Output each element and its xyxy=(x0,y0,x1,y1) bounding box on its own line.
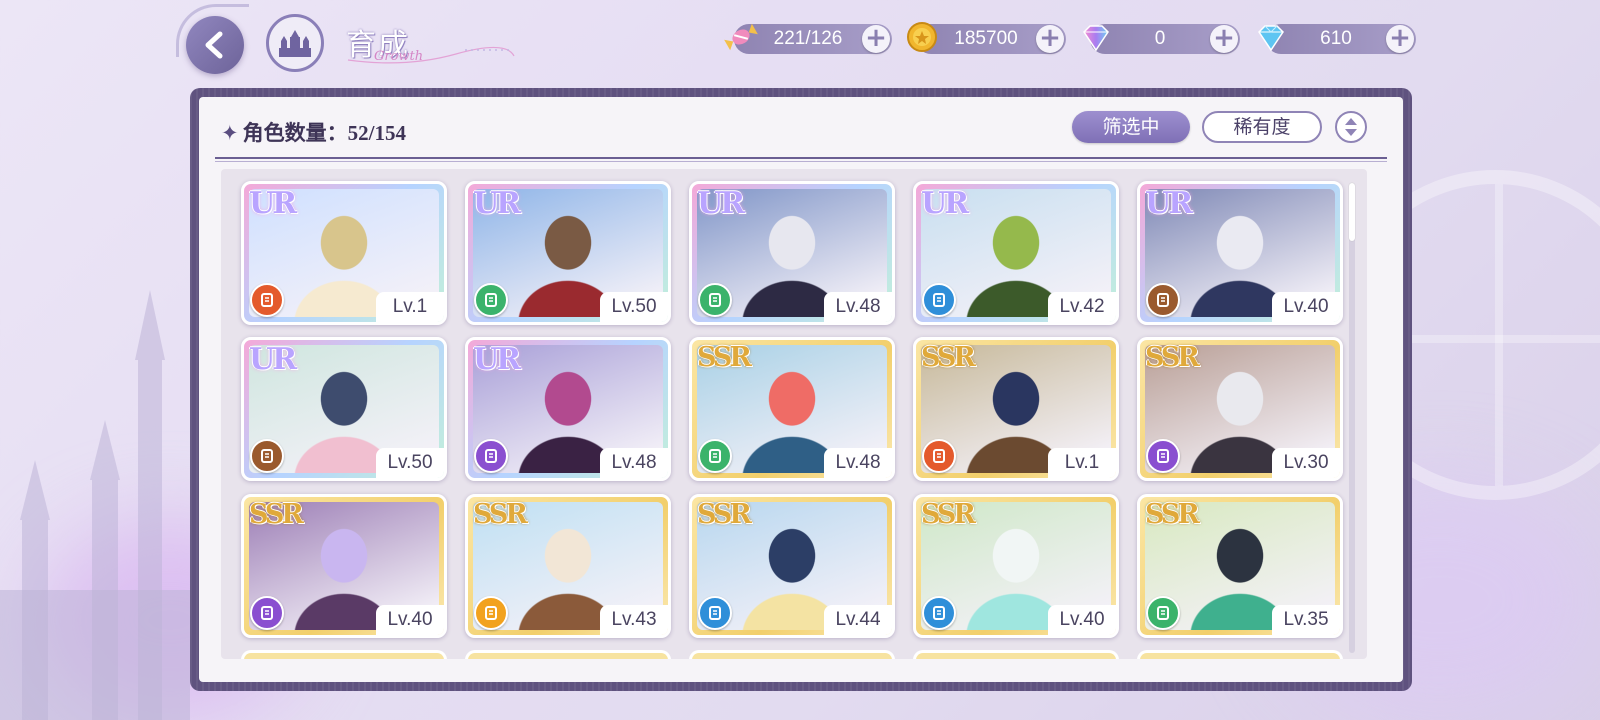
attribute-type-icon xyxy=(474,596,508,630)
character-card[interactable]: UR Lv.1 xyxy=(241,181,447,325)
rarity-badge: UR xyxy=(921,186,969,221)
add-gold-button[interactable]: + xyxy=(1036,25,1064,53)
level-label: Lv.1 xyxy=(376,292,444,322)
sort-order-toggle[interactable] xyxy=(1335,111,1367,143)
character-count-value: 52/154 xyxy=(347,121,406,145)
attribute-type-icon xyxy=(1146,596,1180,630)
rarity-badge: UR xyxy=(697,186,745,221)
rarity-badge: SSR xyxy=(697,499,752,530)
level-label: Lv.42 xyxy=(1048,292,1116,322)
home-button[interactable] xyxy=(266,14,324,72)
character-card[interactable]: SSR Lv.40 xyxy=(913,494,1119,638)
diamond-icon xyxy=(1254,21,1288,55)
rarity-badge: SSR xyxy=(1145,342,1200,373)
character-card[interactable]: UR Lv.48 xyxy=(689,181,895,325)
attribute-type-icon xyxy=(250,596,284,630)
diamond-resource: 610 + xyxy=(1266,24,1416,54)
attribute-type-icon xyxy=(1146,283,1180,317)
rarity-badge: SSR xyxy=(921,499,976,530)
attribute-type-icon xyxy=(922,283,956,317)
level-label: Lv.48 xyxy=(824,448,892,478)
level-label: Lv.40 xyxy=(1048,605,1116,635)
attribute-type-icon xyxy=(922,439,956,473)
attribute-type-icon xyxy=(698,439,732,473)
character-card-partial[interactable] xyxy=(689,650,895,659)
grid-scrollbar[interactable] xyxy=(1349,183,1355,653)
level-label: Lv.43 xyxy=(600,605,668,635)
rarity-badge: SSR xyxy=(473,499,528,530)
rarity-badge: UR xyxy=(1145,186,1193,221)
rarity-badge: SSR xyxy=(921,342,976,373)
rainbow-diamond-icon xyxy=(1079,21,1113,55)
character-card[interactable]: SSR Lv.44 xyxy=(689,494,895,638)
level-label: Lv.50 xyxy=(376,448,444,478)
attribute-type-icon xyxy=(1146,439,1180,473)
attribute-type-icon xyxy=(250,283,284,317)
character-card[interactable]: UR Lv.50 xyxy=(241,337,447,481)
add-diamond-button[interactable]: + xyxy=(1386,25,1414,53)
sparkle-icon: ✦ xyxy=(221,121,239,145)
filter-button[interactable]: 筛选中 xyxy=(1072,111,1190,143)
character-card-partial[interactable] xyxy=(465,650,671,659)
level-label: Lv.40 xyxy=(1272,292,1340,322)
attribute-type-icon xyxy=(698,283,732,317)
character-card-partial[interactable] xyxy=(241,650,447,659)
character-card[interactable]: SSR Lv.1 xyxy=(913,337,1119,481)
rarity-badge: UR xyxy=(249,342,297,377)
character-card[interactable]: SSR Lv.43 xyxy=(465,494,671,638)
attribute-type-icon xyxy=(922,596,956,630)
character-panel: ✦ 角色数量：52/154 筛选中 稀有度 UR Lv.1 UR Lv.50 UR Lv.4… xyxy=(190,88,1412,691)
level-label: Lv.48 xyxy=(824,292,892,322)
rarity-badge: UR xyxy=(249,186,297,221)
back-arrow-icon xyxy=(205,31,223,59)
scrollbar-thumb[interactable] xyxy=(1349,183,1355,241)
character-card-partial[interactable] xyxy=(913,650,1119,659)
level-label: Lv.50 xyxy=(600,292,668,322)
rarity-badge: UR xyxy=(473,186,521,221)
castle-silhouette xyxy=(0,290,190,720)
gold-coin-icon xyxy=(905,20,939,54)
character-card[interactable]: UR Lv.50 xyxy=(465,181,671,325)
add-candy-button[interactable]: + xyxy=(862,25,890,53)
diamond-value: 610 xyxy=(1320,28,1352,49)
character-count-label: 角色数量： xyxy=(242,121,348,145)
level-label: Lv.30 xyxy=(1272,448,1340,478)
level-label: Lv.44 xyxy=(824,605,892,635)
attribute-type-icon xyxy=(474,283,508,317)
attribute-type-icon xyxy=(474,439,508,473)
attribute-type-icon xyxy=(698,596,732,630)
level-label: Lv.1 xyxy=(1048,448,1116,478)
add-rainbow-diamond-button[interactable]: + xyxy=(1210,25,1238,53)
attribute-type-icon xyxy=(250,439,284,473)
character-card[interactable]: SSR Lv.48 xyxy=(689,337,895,481)
rarity-badge: SSR xyxy=(1145,499,1200,530)
header-divider xyxy=(215,157,1387,162)
sort-rarity-button[interactable]: 稀有度 xyxy=(1202,111,1322,143)
rarity-badge: SSR xyxy=(249,499,304,530)
gold-value: 185700 xyxy=(954,28,1018,49)
back-button[interactable] xyxy=(176,4,249,74)
level-label: Lv.40 xyxy=(376,605,444,635)
rarity-badge: SSR xyxy=(697,342,752,373)
character-card[interactable]: SSR Lv.40 xyxy=(241,494,447,638)
character-card[interactable]: SSR Lv.30 xyxy=(1137,337,1343,481)
character-card[interactable]: SSR Lv.35 xyxy=(1137,494,1343,638)
candy-icon xyxy=(724,20,758,54)
castle-home-icon xyxy=(279,30,311,57)
character-grid[interactable]: UR Lv.1 UR Lv.50 UR Lv.48 UR Lv.42 UR Lv.40 UR Lv.5… xyxy=(221,169,1367,659)
candy-value: 221/126 xyxy=(773,28,843,49)
rarity-badge: UR xyxy=(473,342,521,377)
panel-content: ✦ 角色数量：52/154 筛选中 稀有度 UR Lv.1 UR Lv.50 UR Lv.4… xyxy=(199,97,1403,682)
level-label: Lv.35 xyxy=(1272,605,1340,635)
character-card[interactable]: UR Lv.40 xyxy=(1137,181,1343,325)
character-card[interactable]: UR Lv.48 xyxy=(465,337,671,481)
character-card[interactable]: UR Lv.42 xyxy=(913,181,1119,325)
level-label: Lv.48 xyxy=(600,448,668,478)
rainbow-diamond-value: 0 xyxy=(1154,28,1166,49)
character-card-partial[interactable] xyxy=(1137,650,1343,659)
title-decoration: Growth xyxy=(347,46,515,64)
character-count: ✦ 角色数量：52/154 xyxy=(221,117,406,147)
